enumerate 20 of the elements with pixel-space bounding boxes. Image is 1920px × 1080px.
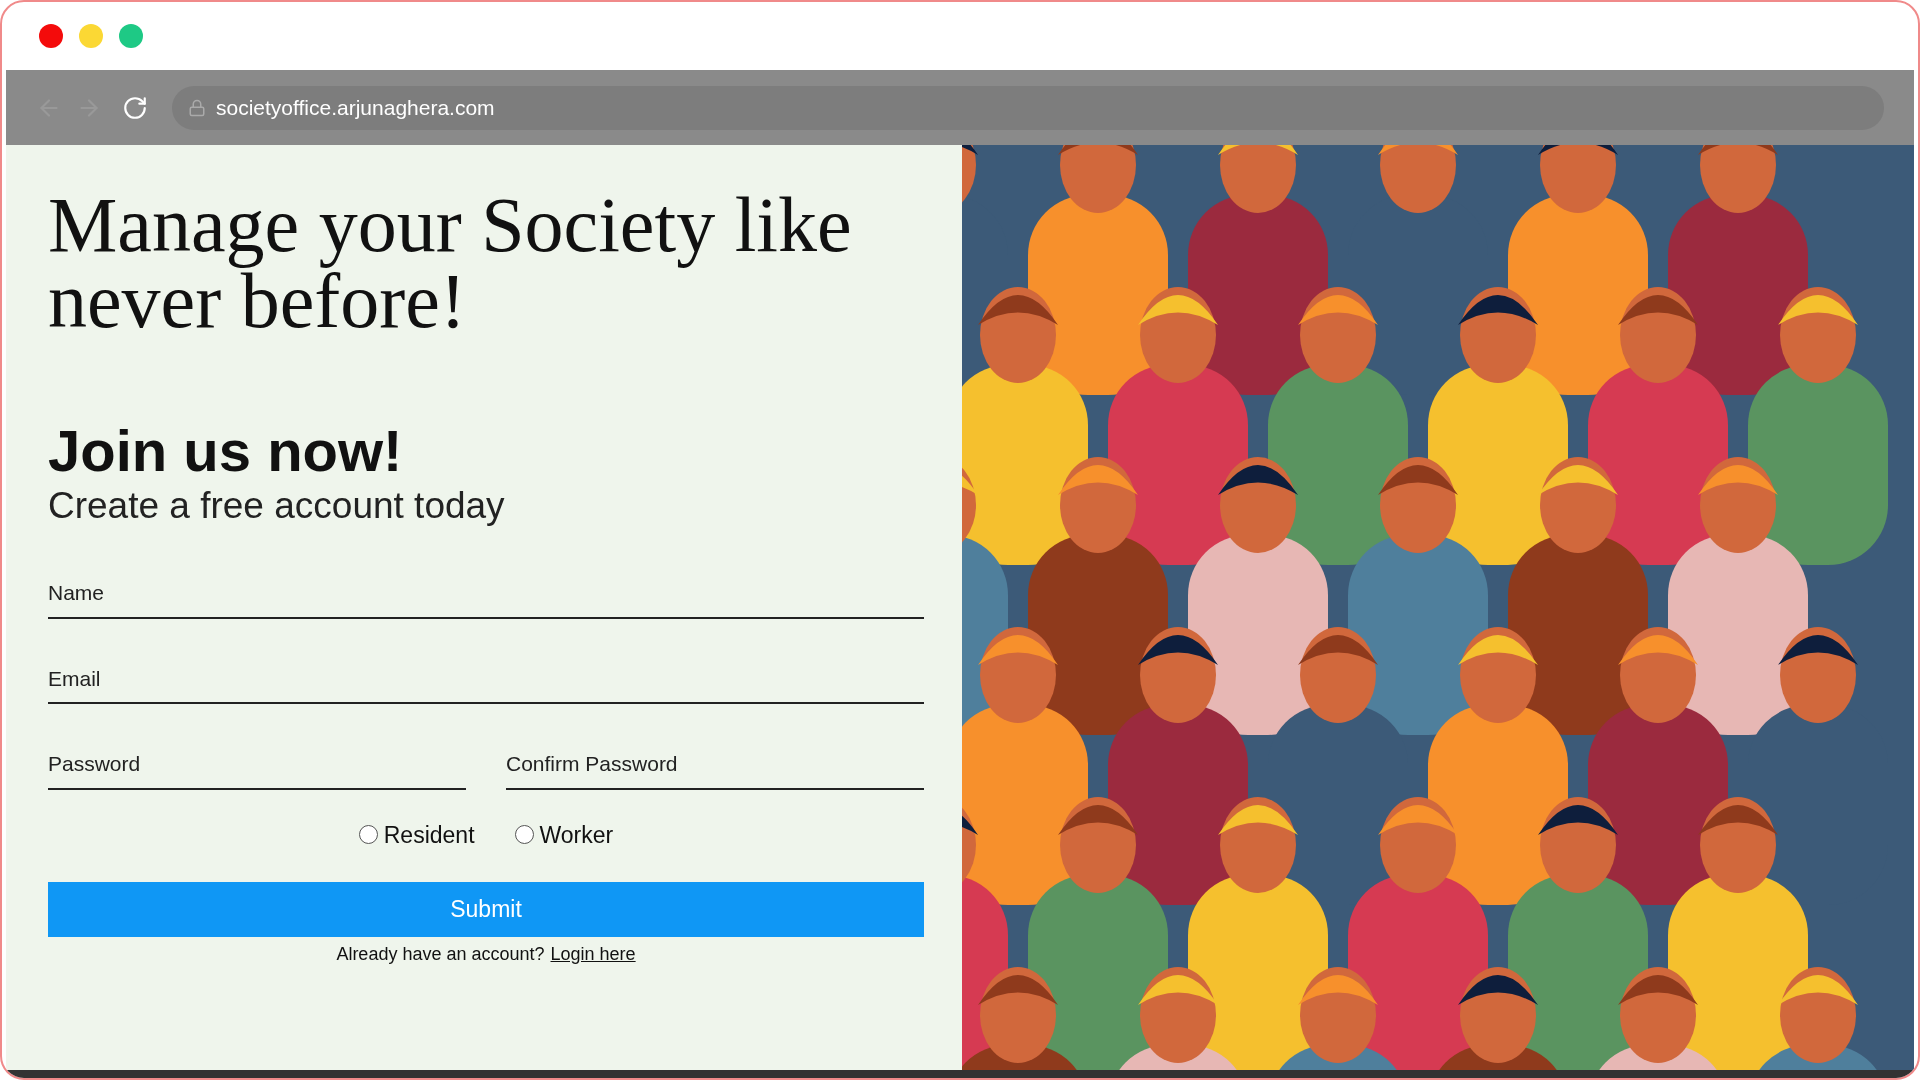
tagline-text: Create a free account today (48, 484, 506, 528)
page-heading: Manage your Society like never before! (48, 187, 853, 339)
lock-icon (188, 98, 206, 117)
radio-label: Resident (383, 820, 475, 850)
text-input-field[interactable]: Email (48, 662, 924, 704)
url-text: societyoffice.arjunaghera.com (216, 94, 495, 121)
join-heading: Join us now! (48, 419, 404, 483)
close-window-icon[interactable] (39, 24, 63, 48)
address-bar[interactable]: societyoffice.arjunaghera.com (172, 85, 1884, 130)
maximize-window-icon[interactable] (119, 24, 143, 48)
login-link[interactable]: Login here (550, 941, 636, 968)
reload-icon[interactable] (122, 94, 148, 121)
text-input-field[interactable]: Password (48, 748, 466, 790)
text-input-field[interactable]: Name (48, 577, 924, 619)
text-input-field[interactable]: Confirm Password (506, 748, 924, 790)
submit-button[interactable]: Submit (48, 882, 924, 937)
radio-button[interactable] (358, 825, 378, 845)
radio-button[interactable] (514, 825, 534, 845)
login-prompt-text: Already have an account? (336, 943, 545, 966)
radio-label: Worker (539, 820, 614, 850)
